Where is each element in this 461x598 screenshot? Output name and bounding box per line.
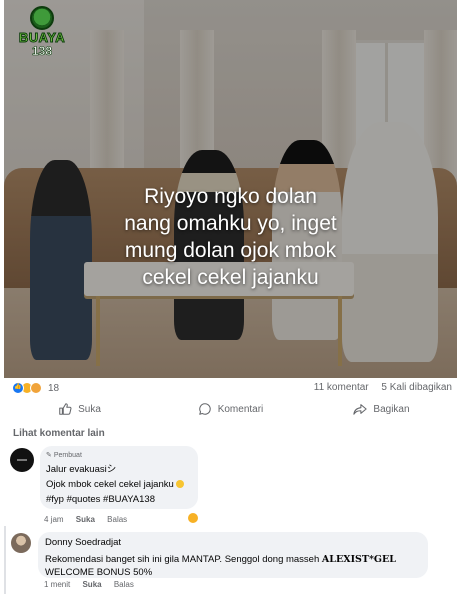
comment-time[interactable]: 4 jam <box>44 515 64 524</box>
avatar[interactable] <box>10 448 34 472</box>
comment-author[interactable]: Donny Soedradjat <box>45 537 421 548</box>
shares-count-link[interactable]: 5 Kali dibagikan <box>381 382 452 393</box>
author-tag: ✎ Pembuat <box>46 451 192 460</box>
comment-reply-button[interactable]: Balas <box>114 580 134 589</box>
like-label: Suka <box>78 403 101 415</box>
reaction-count: 18 <box>48 382 60 394</box>
comment-button[interactable]: Komentari <box>155 398 306 420</box>
share-button[interactable]: Bagikan <box>306 398 457 420</box>
avatar[interactable] <box>11 533 31 553</box>
brand-logo: BUAYA 138 <box>16 6 68 60</box>
comment-text-strong: ALEXIST*GEL <box>321 554 396 565</box>
comment-text: Rekomendasi banget sih ini gila MANTAP. … <box>45 554 320 565</box>
thumbs-up-icon <box>59 403 72 415</box>
speech-bubble-icon <box>198 403 211 415</box>
comment-like-button[interactable]: Suka <box>76 515 95 524</box>
like-reaction-icon <box>12 382 24 394</box>
comment-author[interactable]: Jalur evakuasiシ <box>46 461 192 475</box>
crocodile-mascot-icon <box>30 6 54 30</box>
post-image[interactable]: BUAYA 138 Riyoyo ngko dolan nang omahku … <box>4 0 457 378</box>
author-tag-label: Pembuat <box>53 451 82 459</box>
pen-icon: ✎ <box>46 452 52 459</box>
comment-meta: 4 jam Suka Balas <box>44 515 137 524</box>
share-label: Bagikan <box>373 403 410 415</box>
comment-bubble: ✎ Pembuat Jalur evakuasiシ Ojok mbok ceke… <box>40 446 198 509</box>
comment-text-line2: WELCOME BONUS 50% <box>45 567 153 578</box>
comment-hashtags[interactable]: #fyp #quotes #BUAYA138 <box>46 494 192 505</box>
comment-label: Komentari <box>217 403 264 415</box>
see-more-comments-link[interactable]: Lihat komentar lain <box>13 428 105 439</box>
logo-word: BUAYA <box>18 30 66 46</box>
wow-reaction-icon <box>30 382 42 394</box>
comment-time[interactable]: 1 menit <box>44 580 70 589</box>
post-actions: Suka Komentari Bagikan <box>4 398 457 420</box>
caption-line: Riyoyo ngko dolan <box>144 185 317 208</box>
reaction-summary[interactable]: 18 <box>12 382 59 394</box>
post-stats: 18 11 komentar 5 Kali dibagikan <box>12 382 452 398</box>
haha-reaction-icon[interactable] <box>187 512 199 524</box>
comment-reply-button[interactable]: Balas <box>107 515 127 524</box>
smile-emoji-icon <box>176 480 185 488</box>
caption-line: mung dolan ojok mbok <box>124 239 337 262</box>
caption-line: cekel cekel jajanku <box>142 266 319 289</box>
logo-number: 138 <box>31 44 53 59</box>
comment-bubble: Donny Soedradjat Rekomendasi banget sih … <box>38 532 428 578</box>
comments-count-link[interactable]: 11 komentar <box>314 382 369 393</box>
like-button[interactable]: Suka <box>4 398 155 420</box>
comment-text: Ojok mbok cekel cekel jajanku <box>46 479 174 490</box>
image-caption: Riyoyo ngko dolan nang omahku yo, inget … <box>4 183 457 291</box>
thread-line <box>4 526 6 594</box>
caption-line: nang omahku yo, inget <box>124 212 337 235</box>
comment-meta: 1 menit Suka Balas <box>44 580 144 589</box>
share-arrow-icon <box>353 404 368 415</box>
comment-like-button[interactable]: Suka <box>82 580 101 589</box>
